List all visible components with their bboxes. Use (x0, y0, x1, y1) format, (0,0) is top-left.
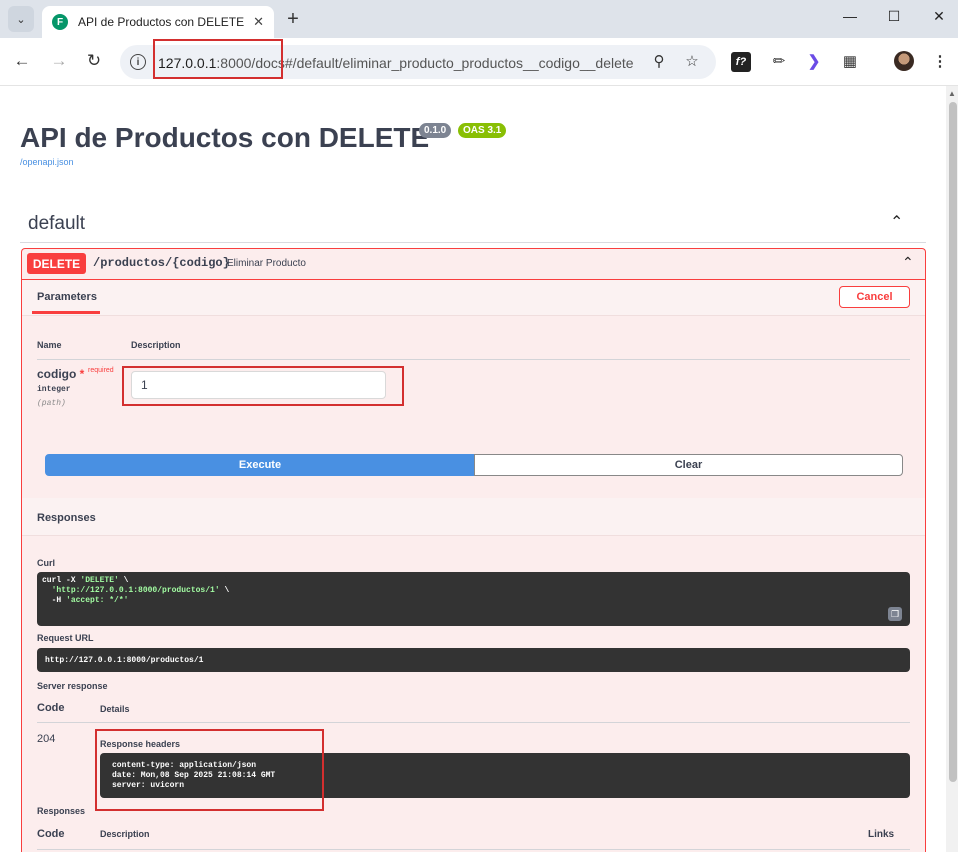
curl-string: 'accept: */*' (66, 596, 129, 605)
tag-title[interactable]: default (28, 213, 85, 235)
responses-title: Responses (37, 512, 96, 524)
browser-tab[interactable]: F API de Productos con DELETE - ✕ (42, 6, 274, 38)
responses-header (22, 498, 925, 536)
scrollbar-thumb[interactable] (949, 102, 957, 782)
annotation-box-url (153, 39, 283, 79)
request-url-value[interactable]: http://127.0.0.1:8000/productos/1 (37, 648, 910, 672)
column-header-links: Links (868, 829, 895, 840)
param-name-text: codigo (37, 367, 77, 381)
divider (20, 242, 926, 243)
curl-text (42, 586, 52, 595)
version-badge: 0.1.0 (419, 123, 452, 138)
tab-title: API de Productos con DELETE - (78, 15, 248, 29)
column-header-description: Description (100, 829, 150, 839)
execute-button[interactable]: Execute (45, 454, 475, 476)
operation-summary[interactable]: Eliminar Producto (227, 258, 306, 269)
operation-path[interactable]: /productos/{codigo} (93, 256, 230, 270)
copy-to-clipboard-icon[interactable]: ❐ (888, 607, 902, 621)
curl-text: curl -X (42, 576, 81, 585)
annotation-box-headers (95, 729, 324, 811)
response-code: 204 (37, 733, 56, 745)
annotation-box-input (122, 366, 404, 406)
back-arrow-icon[interactable]: ← (10, 51, 34, 71)
required-star: * (79, 367, 85, 381)
zoom-search-icon[interactable]: ⚲ (648, 52, 670, 70)
reload-icon[interactable]: ↻ (82, 51, 106, 71)
extension-purple-icon[interactable]: ❯ (803, 52, 825, 70)
oas-badge: OAS 3.1 (458, 123, 507, 138)
curl-string: 'http://127.0.0.1:8000/productos/1' (51, 586, 220, 595)
window-close-icon[interactable]: ✕ (925, 8, 953, 25)
maximize-icon[interactable]: ☐ (880, 8, 908, 25)
column-header-code: Code (37, 702, 65, 714)
tab-close-icon[interactable]: ✕ (253, 14, 264, 30)
api-title: API de Productos con DELETE (20, 122, 430, 153)
curl-label: Curl (37, 558, 55, 568)
tab-search-chevron-down-icon[interactable]: ⌄ (8, 6, 34, 32)
curl-text: \ (118, 576, 129, 585)
column-header-name: Name (37, 340, 62, 350)
responses-list-label: Responses (37, 806, 86, 816)
operation-collapse-chevron-up-icon[interactable]: ⌃ (902, 254, 914, 271)
param-name: codigo * (37, 367, 84, 381)
browser-menu-icon[interactable]: ⋮ (929, 52, 951, 70)
openapi-json-link[interactable]: /openapi.json (20, 157, 74, 167)
divider (37, 849, 910, 850)
tag-collapse-chevron-up-icon[interactable]: ⌃ (890, 212, 903, 232)
parameters-header (22, 280, 925, 316)
eyedropper-icon[interactable]: ✏ (768, 52, 790, 70)
method-badge[interactable]: DELETE (27, 253, 86, 274)
tab-parameters[interactable]: Parameters (37, 291, 97, 303)
request-url-label: Request URL (37, 633, 94, 643)
extensions-puzzle-icon[interactable]: ▦ (839, 52, 861, 70)
param-location: (path) (37, 399, 66, 408)
cancel-button[interactable]: Cancel (839, 286, 910, 308)
scroll-up-arrow-icon[interactable]: ▲ (948, 89, 956, 98)
extension-f-icon[interactable]: f? (731, 52, 751, 72)
forward-arrow-icon[interactable]: → (47, 51, 71, 71)
tab-active-underline (32, 311, 100, 314)
divider (37, 722, 910, 723)
curl-string: 'DELETE' (80, 576, 119, 585)
bookmark-star-icon[interactable]: ☆ (681, 52, 703, 70)
fastapi-favicon-icon: F (52, 14, 68, 30)
server-response-label: Server response (37, 681, 108, 691)
divider (37, 359, 910, 360)
profile-avatar[interactable] (894, 51, 914, 71)
curl-text: -H (42, 596, 67, 605)
new-tab-plus-icon[interactable]: + (282, 8, 304, 31)
clear-button[interactable]: Clear (474, 454, 903, 476)
curl-text: \ (219, 586, 230, 595)
param-type: integer (37, 385, 71, 394)
column-header-details: Details (100, 704, 130, 714)
column-header-description: Description (131, 340, 181, 350)
site-info-icon[interactable]: i (130, 54, 146, 70)
curl-code-block[interactable]: curl -X 'DELETE' \ 'http://127.0.0.1:800… (37, 572, 910, 626)
minimize-icon[interactable]: — (836, 8, 864, 24)
required-label: required (88, 367, 114, 374)
column-header-code: Code (37, 828, 65, 840)
